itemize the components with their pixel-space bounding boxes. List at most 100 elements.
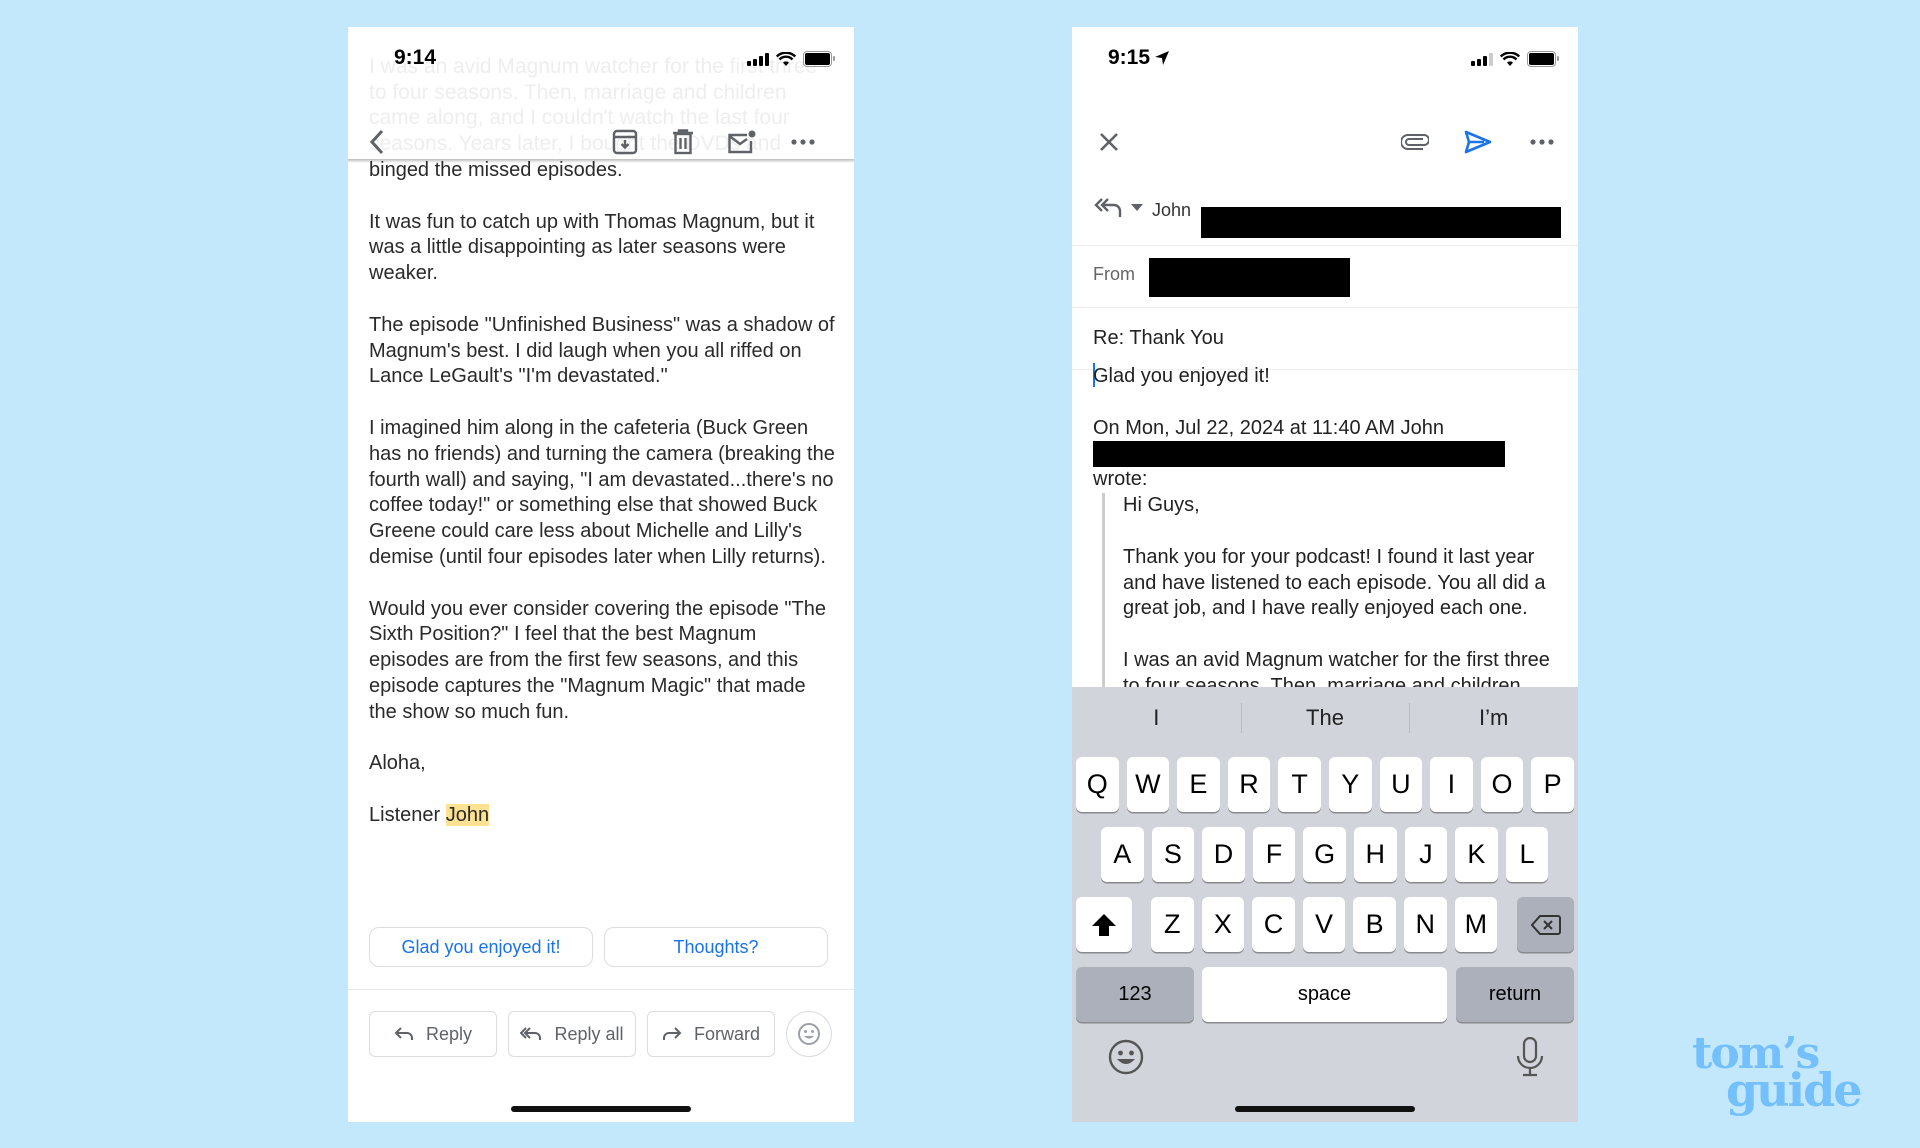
return-key[interactable]: return [1456,967,1574,1022]
key-s[interactable]: S [1151,827,1195,882]
reply-all-button[interactable]: Reply all [508,1011,636,1057]
highlighted-name: John [445,803,490,826]
key-v[interactable]: V [1302,897,1346,952]
battery-icon [803,51,835,67]
quote-wrote: wrote: [1093,468,1148,491]
smart-reply-chip[interactable]: Glad you enjoyed it! [369,927,593,967]
smart-reply-chip[interactable]: Thoughts? [604,927,828,967]
microphone-icon[interactable] [1516,1037,1544,1077]
send-button[interactable] [1462,124,1494,160]
compose-text-line[interactable]: Glad you enjoyed it! [1093,363,1563,390]
to-field[interactable]: John [1072,177,1578,246]
subject-field[interactable]: Re: Thank You [1072,307,1578,370]
gmail-compose-screen: 9:15 John From Re: Thank You Glad you en… [1072,27,1578,1122]
key-y[interactable]: Y [1329,757,1372,812]
suggestion[interactable]: I [1072,687,1241,749]
status-bar: 9:14 [348,27,854,87]
reply-all-icon [520,1027,542,1040]
key-i[interactable]: I [1430,757,1473,812]
key-j[interactable]: J [1404,827,1448,882]
key-x[interactable]: X [1201,897,1245,952]
key-p[interactable]: P [1531,757,1574,812]
back-button[interactable] [362,124,392,160]
body-paragraph: The episode "Unfinished Business" was a … [369,313,835,388]
smart-reply-chips: Glad you enjoyed it! Thoughts? [369,927,828,967]
emoji-keyboard-icon[interactable] [1108,1039,1144,1075]
subject-text: Re: Thank You [1093,327,1224,349]
quoted-paragraph: Thank you for your podcast! I found it l… [1123,545,1546,620]
caret-down-icon[interactable] [1131,204,1143,212]
key-a[interactable]: A [1101,827,1144,882]
forward-label: Forward [693,1023,760,1044]
battery-icon [1527,51,1559,67]
key-o[interactable]: O [1480,757,1524,812]
key-k[interactable]: K [1455,827,1498,882]
key-t[interactable]: T [1278,757,1321,812]
send-icon [1464,130,1492,154]
wifi-icon [1500,51,1520,66]
body-paragraph: Would you ever consider covering the epi… [369,597,826,723]
key-r[interactable]: R [1227,757,1271,812]
reply-all-icon[interactable] [1094,197,1124,219]
cellular-signal-icon [1471,52,1493,66]
from-field[interactable]: From [1072,245,1578,308]
compose-text: Glad you enjoyed it! [1093,365,1270,387]
wifi-icon [776,51,796,66]
email-toolbar [348,124,854,160]
redacted-sender-address [1149,258,1350,297]
delete-button[interactable] [668,124,698,160]
cellular-signal-icon [747,52,769,66]
key-b[interactable]: B [1353,897,1396,952]
more-horizontal-icon [791,139,815,145]
quote-header: On Mon, Jul 22, 2024 at 11:40 AM John [1093,416,1444,439]
forward-icon [662,1027,682,1040]
key-g[interactable]: G [1303,827,1346,882]
space-key[interactable]: space [1202,967,1447,1022]
signature: Listener John [369,803,839,829]
key-w[interactable]: W [1126,757,1170,812]
key-e[interactable]: E [1177,757,1220,812]
key-q[interactable]: Q [1076,757,1119,812]
archive-icon [612,129,638,155]
more-options-button[interactable] [1527,124,1557,160]
compose-body[interactable]: Glad you enjoyed it! On Mon, Jul 22, 202… [1093,363,1563,700]
backspace-key[interactable] [1517,897,1574,952]
key-u[interactable]: U [1379,757,1423,812]
key-c[interactable]: C [1252,897,1295,952]
archive-button[interactable] [610,124,640,160]
key-h[interactable]: H [1354,827,1397,882]
backspace-icon [1530,914,1561,935]
quoted-message: Hi Guys, Thank you for your podcast! I f… [1102,493,1563,700]
mark-unread-button[interactable] [726,124,758,160]
recipient-name: John [1152,200,1192,220]
more-options-button[interactable] [788,124,818,160]
attach-button[interactable] [1399,124,1431,160]
reply-button[interactable]: Reply [369,1011,497,1057]
numbers-key[interactable]: 123 [1076,967,1194,1022]
redacted-quote-address [1093,441,1505,468]
key-m[interactable]: M [1454,897,1498,952]
email-body: binged the missed episodes. It was fun t… [369,158,839,855]
emoji-reaction-button[interactable] [786,1011,832,1057]
watermark-line-2: guide [1726,1063,1863,1117]
close-button[interactable] [1094,124,1124,160]
home-indicator [511,1106,691,1112]
body-paragraph: Aloha, [369,752,426,775]
suggestion[interactable]: I’m [1409,687,1578,749]
reply-actions: Reply Reply all Forward [369,1011,832,1057]
from-label: From [1093,264,1135,284]
key-z[interactable]: Z [1151,897,1194,952]
suggestion[interactable]: The [1240,687,1410,749]
key-f[interactable]: F [1252,827,1296,882]
predictive-bar: I The I’m [1072,687,1578,749]
reply-all-label: Reply all [554,1023,624,1044]
forward-button[interactable]: Forward [647,1011,775,1057]
key-l[interactable]: L [1505,827,1549,882]
key-d[interactable]: D [1202,827,1245,882]
status-time-group: 9:15 [1108,46,1170,70]
key-n[interactable]: N [1404,897,1447,952]
ios-keyboard: I The I’m QWERTYUIOP ASDFGHJKL ZXCVBNM 1… [1072,687,1578,1122]
trash-icon [673,129,693,155]
shift-key[interactable] [1076,897,1132,952]
mark-unread-icon [728,130,756,154]
